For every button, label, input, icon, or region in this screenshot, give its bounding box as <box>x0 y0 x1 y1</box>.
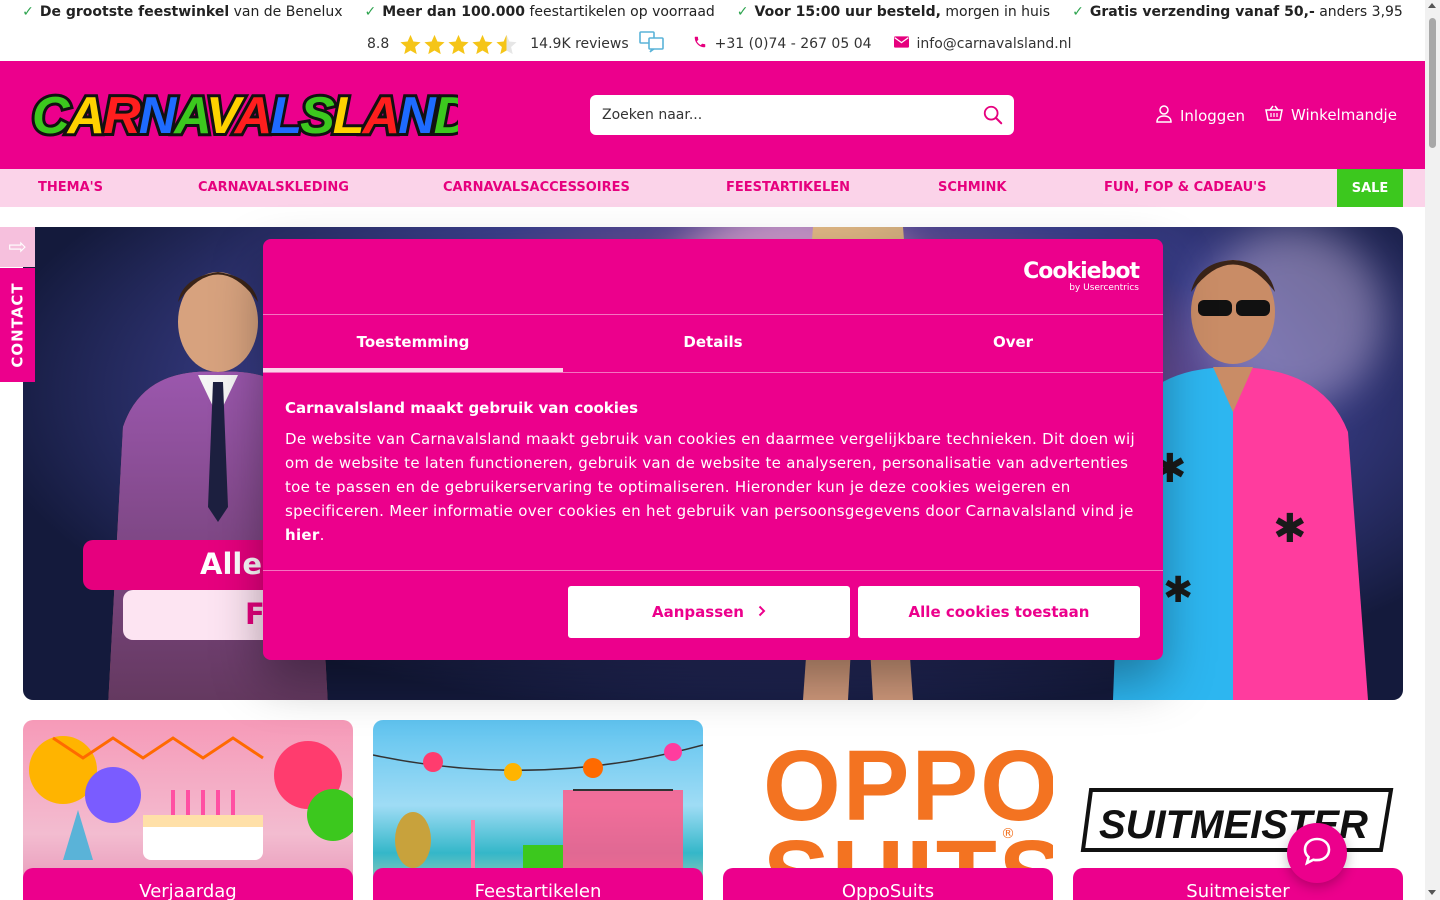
tab-over[interactable]: Over <box>863 333 1163 351</box>
user-icon <box>1156 105 1172 127</box>
tile-label: Verjaardag <box>23 868 353 900</box>
category-tile-opposuits[interactable]: OPPO SUITS ® OppoSuits <box>723 720 1053 900</box>
svg-text:CARNAVALSLAND: CARNAVALSLAND <box>32 87 458 145</box>
suitmeister-logo: SUITMEISTER <box>1080 788 1394 852</box>
check-icon: ✓ <box>364 4 377 20</box>
nav-item-themas[interactable]: THEMA'S <box>38 180 103 195</box>
star-icon <box>447 33 470 56</box>
chat-button[interactable] <box>1287 823 1347 883</box>
svg-text:✱: ✱ <box>1163 570 1193 611</box>
tile-label: OppoSuits <box>723 868 1053 900</box>
usp-item: ✓ Voor 15:00 uur besteld, morgen in huis <box>736 4 1051 20</box>
star-icon <box>423 33 446 56</box>
opposuits-logo: OPPO SUITS ® <box>763 730 1053 900</box>
star-icon <box>399 33 422 56</box>
search-icon[interactable] <box>982 104 1004 126</box>
category-tile-feestartikelen[interactable]: Feestartikelen <box>373 720 703 900</box>
check-icon: ✓ <box>22 4 34 20</box>
nav-item-feestartikelen[interactable]: FEESTARTIKELEN <box>726 180 850 195</box>
main-nav: THEMA'S CARNAVALSKLEDING CARNAVALSACCESS… <box>0 169 1425 207</box>
side-contact-tab[interactable]: CONTACT <box>0 268 35 382</box>
rating-stars[interactable] <box>399 33 518 56</box>
rating-score: 8.8 <box>367 36 390 52</box>
tab-toestemming[interactable]: Toestemming <box>263 333 563 351</box>
cookiebot-logo: Cookiebot by Usercentrics <box>1023 259 1140 294</box>
tab-details[interactable]: Details <box>563 333 863 351</box>
tile-label: Feestartikelen <box>373 868 703 900</box>
basket-icon <box>1265 105 1283 125</box>
usp-list: ✓ De grootste feestwinkel van de Benelux … <box>0 4 1425 20</box>
divider <box>263 372 1163 373</box>
usp-item: ✓ Gratis verzending vanaf 50,- anders 3,9… <box>1072 4 1403 20</box>
email-link[interactable]: info@carnavalsland.nl <box>893 36 1072 52</box>
scrollbar-thumb[interactable] <box>1429 18 1436 148</box>
nav-item-schmink[interactable]: SCHMINK <box>938 180 1007 195</box>
divider <box>263 570 1163 571</box>
svg-text:®: ® <box>1001 826 1015 842</box>
site-logo[interactable]: CARNAVALSLAND CARNAVALSLAND <box>28 83 476 148</box>
customize-button[interactable]: Aanpassen <box>568 586 850 638</box>
check-icon: ✓ <box>1072 4 1084 20</box>
site-header: CARNAVALSLAND CARNAVALSLAND Inloggen Win… <box>0 61 1425 169</box>
chevron-right-icon <box>758 603 766 621</box>
reviews-link[interactable]: 14.9K reviews <box>530 36 628 52</box>
side-tab-arrow-icon[interactable]: ⇨ <box>0 227 35 267</box>
category-tile-suitmeister[interactable]: SUITMEISTER Suitmeister <box>1073 720 1403 900</box>
cookie-dialog-title: Carnavalsland maakt gebruik van cookies <box>285 399 639 417</box>
party-supplies-image <box>373 743 703 870</box>
scroll-up-icon[interactable] <box>1428 3 1436 8</box>
divider <box>263 314 1163 315</box>
tile-label: Suitmeister <box>1073 868 1403 900</box>
search-bar <box>590 95 1014 135</box>
login-link[interactable]: Inloggen <box>1156 105 1245 127</box>
nav-item-sale[interactable]: SALE <box>1337 169 1403 207</box>
reviews-chat-icon <box>638 31 665 57</box>
usp-item: ✓ De grootste feestwinkel van de Benelux <box>22 4 343 20</box>
nav-item-carnavalskleding[interactable]: CARNAVALSKLEDING <box>198 180 349 195</box>
phone-icon <box>693 35 707 53</box>
svg-text:✱: ✱ <box>1273 506 1307 552</box>
chat-bubble-icon <box>1302 836 1332 870</box>
birthday-image <box>29 736 353 860</box>
usp-item: ✓ Meer dan 100.000 feestartikelen op voor… <box>364 4 715 20</box>
mail-icon <box>893 36 909 52</box>
phone-link[interactable]: +31 (0)74 - 267 05 04 <box>693 35 872 53</box>
cookie-dialog-text: De website van Carnavalsland maakt gebru… <box>285 430 1135 544</box>
cart-link[interactable]: Winkelmandje <box>1265 105 1397 125</box>
cookie-consent-dialog: Cookiebot by Usercentrics Toestemming De… <box>263 239 1163 660</box>
rating-contact-row: 8.8 14.9K reviews +31 (0)74 - 267 05 04 … <box>367 31 1072 57</box>
star-icon <box>471 33 494 56</box>
allow-all-cookies-button[interactable]: Alle cookies toestaan <box>858 586 1140 638</box>
nav-item-fun-fop[interactable]: FUN, FOP & CADEAU'S <box>1104 180 1266 195</box>
scroll-down-icon[interactable] <box>1428 890 1436 895</box>
category-tile-verjaardag[interactable]: Verjaardag <box>23 720 353 900</box>
half-star-icon <box>495 33 518 56</box>
search-input[interactable] <box>602 107 972 123</box>
nav-item-carnavalsaccessoires[interactable]: CARNAVALSACCESSOIRES <box>443 180 630 195</box>
usp-bar: ✓ De grootste feestwinkel van de Benelux … <box>0 0 1425 61</box>
cookie-info-link[interactable]: hier <box>285 526 320 544</box>
check-icon: ✓ <box>736 4 749 20</box>
page-scrollbar[interactable] <box>1425 0 1440 900</box>
